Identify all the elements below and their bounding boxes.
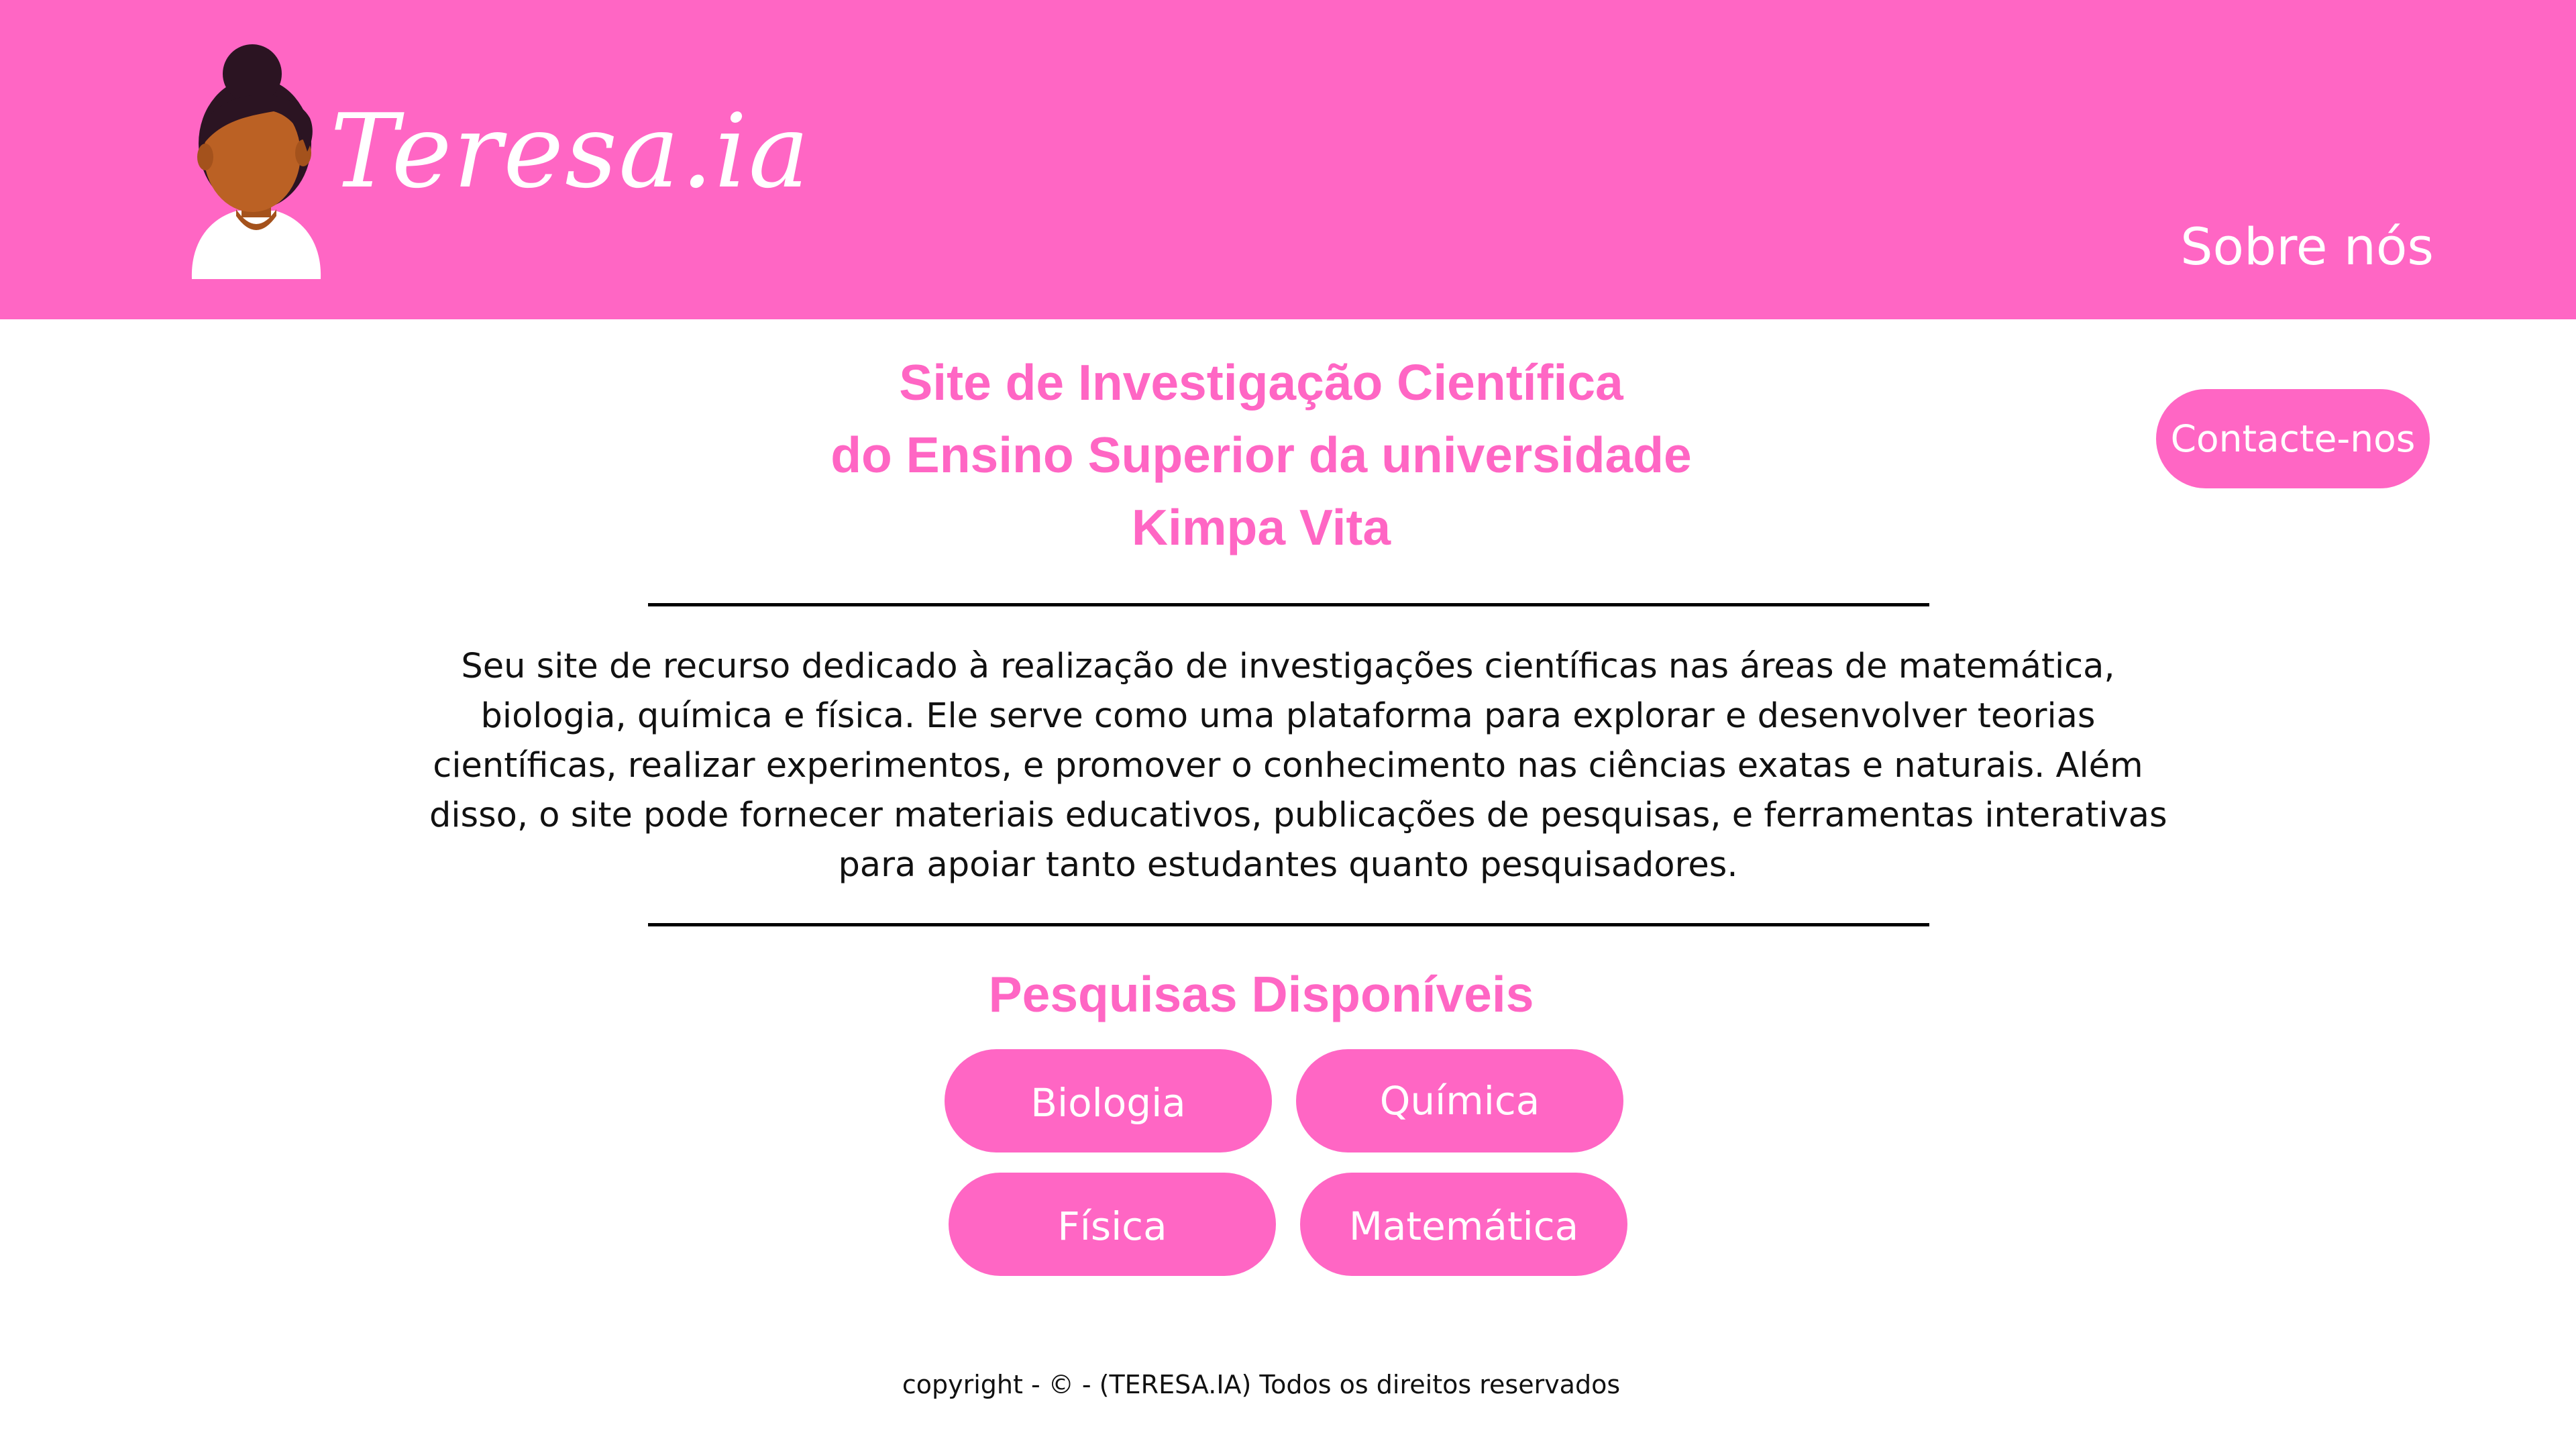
research-button-matematica[interactable]: Matemática: [1300, 1173, 1627, 1276]
research-button-fisica[interactable]: Física: [949, 1173, 1276, 1276]
contact-button[interactable]: Contacte-nos: [2156, 389, 2430, 488]
page-title-line: do Ensino Superior da universidade: [830, 427, 1692, 483]
description-paragraph: Seu site de recurso dedicado à realizaçã…: [429, 642, 2167, 890]
nav-link-about[interactable]: Sobre nós: [2180, 221, 2434, 272]
page: Teresa.ia Sobre nós Contacte-nos Site de…: [0, 0, 2576, 1449]
research-button-quimica[interactable]: Química: [1296, 1049, 1623, 1152]
description-line: Seu site de recurso dedicado à realizaçã…: [461, 647, 2115, 686]
research-button-biologia[interactable]: Biologia: [945, 1049, 1272, 1152]
description-line: para apoiar tanto estudantes quanto pesq…: [838, 845, 1738, 885]
divider-bottom: [648, 923, 1929, 926]
page-title-line: Site de Investigação Científica: [899, 354, 1623, 411]
woman-avatar-icon: [191, 44, 321, 279]
site-header: Teresa.ia Sobre nós: [0, 0, 2576, 319]
divider-top: [648, 603, 1929, 606]
description-line: biologia, química e física. Ele serve co…: [480, 696, 2096, 736]
logo-text: Teresa.ia: [330, 92, 811, 211]
description-line: disso, o site pode fornecer materiais ed…: [429, 796, 2167, 835]
page-title-line: Kimpa Vita: [1131, 499, 1391, 555]
footer-copyright: copyright - © - (TERESA.IA) Todos os dir…: [902, 1370, 1621, 1399]
research-section-title: Pesquisas Disponíveis: [988, 966, 1534, 1022]
page-title: Site de Investigação Científica do Ensin…: [617, 346, 1905, 564]
description-line: científicas, realizar experimentos, e pr…: [433, 746, 2143, 786]
